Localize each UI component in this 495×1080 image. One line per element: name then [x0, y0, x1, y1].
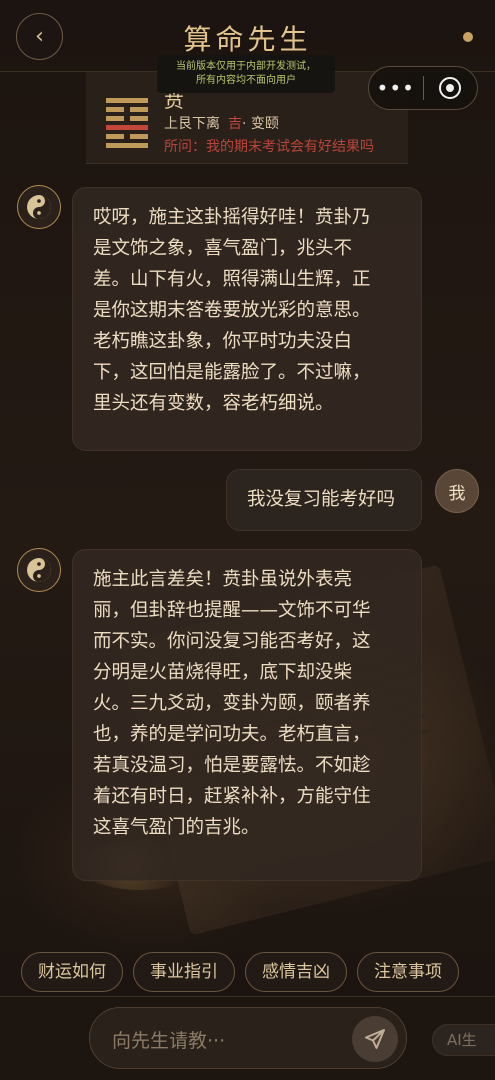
more-button[interactable]: ••• — [369, 76, 423, 100]
chip-career[interactable]: 事业指引 — [133, 952, 235, 992]
dev-notice-line2: 所有内容均不面向用户 — [196, 75, 296, 86]
hexagram-subtitle: 上艮下离 吉· 变颐 — [164, 113, 279, 133]
bot-message-bubble: 哎呀，施主这卦摇得好哇！贲卦乃 是文饰之象，喜气盈门，兆头不 差。山下有火，照得… — [72, 187, 422, 451]
bot-avatar — [17, 185, 61, 229]
hexagram-trigrams: 上艮下离 — [164, 116, 220, 132]
hexagram-luck: 吉 — [228, 116, 242, 132]
dev-notice: 当前版本仅用于内部开发测试， 所有内容均不面向用户 — [157, 55, 335, 93]
quick-actions: 财运如何 事业指引 感情吉凶 注意事项 — [21, 952, 459, 992]
close-button[interactable] — [423, 77, 477, 99]
yin-yang-icon — [27, 558, 51, 582]
user-avatar: 我 — [435, 469, 479, 513]
send-button[interactable] — [352, 1016, 398, 1062]
status-dot-icon — [463, 32, 473, 42]
message-line: 着还有时日，赶紧补补，方能守住 — [93, 786, 371, 807]
message-text: 我没复习能考好吗 — [247, 489, 396, 510]
message-line: 老朽瞧这卦象，你平时功夫没白 — [93, 331, 353, 352]
message-line: 是文饰之象，喜气盈门，兆头不 — [93, 238, 353, 259]
message-line: 施主此言差矣！贲卦虽说外表亮 — [93, 569, 353, 590]
mini-program-capsule: ••• — [368, 66, 478, 110]
message-line: 下，这回怕是能露脸了。不过嘛， — [93, 362, 371, 383]
message-line: 这喜气盈门的吉兆。 — [93, 817, 260, 838]
chip-wealth[interactable]: 财运如何 — [21, 952, 123, 992]
message-line: 分明是火苗烧得旺，底下却没柴 — [93, 662, 353, 683]
send-icon — [365, 1029, 385, 1049]
message-line: 火。三九爻动，变卦为颐，颐者养 — [93, 693, 371, 714]
hexagram-icon — [106, 98, 148, 152]
dev-notice-line1: 当前版本仅用于内部开发测试， — [176, 61, 316, 72]
target-icon — [439, 77, 462, 99]
yin-yang-icon — [27, 195, 51, 219]
page-title: 算命先生 — [183, 23, 312, 56]
message-line: 差。山下有火，照得满山生辉，正 — [93, 269, 371, 290]
chip-love[interactable]: 感情吉凶 — [245, 952, 347, 992]
chip-notes[interactable]: 注意事项 — [357, 952, 459, 992]
message-line: 哎呀，施主这卦摇得好哇！贲卦乃 — [93, 207, 371, 228]
bot-avatar — [17, 548, 61, 592]
hexagram-change: · 变颐 — [242, 116, 279, 132]
message-line: 若真没温习，怕是要露怯。不如趁 — [93, 755, 371, 776]
message-line: 而不实。你问没复习能否考好，这 — [93, 631, 371, 652]
message-line: 丽，但卦辞也提醒——文饰不可华 — [93, 600, 371, 621]
user-message-bubble: 我没复习能考好吗 — [226, 469, 422, 531]
user-avatar-label: 我 — [448, 483, 466, 504]
message-line: 里头还有变数，容老朽细说。 — [93, 393, 334, 414]
bot-message-bubble: 施主此言差矣！贲卦虽说外表亮 丽，但卦辞也提醒——文饰不可华 而不实。你问没复习… — [72, 549, 422, 881]
message-line: 是你这期末答卷要放光彩的意思。 — [93, 300, 371, 321]
message-line: 也，养的是学问功夫。老朽直言， — [93, 724, 371, 745]
hexagram-question: 所问：我的期末考试会有好结果吗 — [164, 139, 374, 155]
ai-badge: AI生 — [432, 1024, 495, 1056]
input-placeholder: 向先生请教··· — [112, 1030, 226, 1052]
